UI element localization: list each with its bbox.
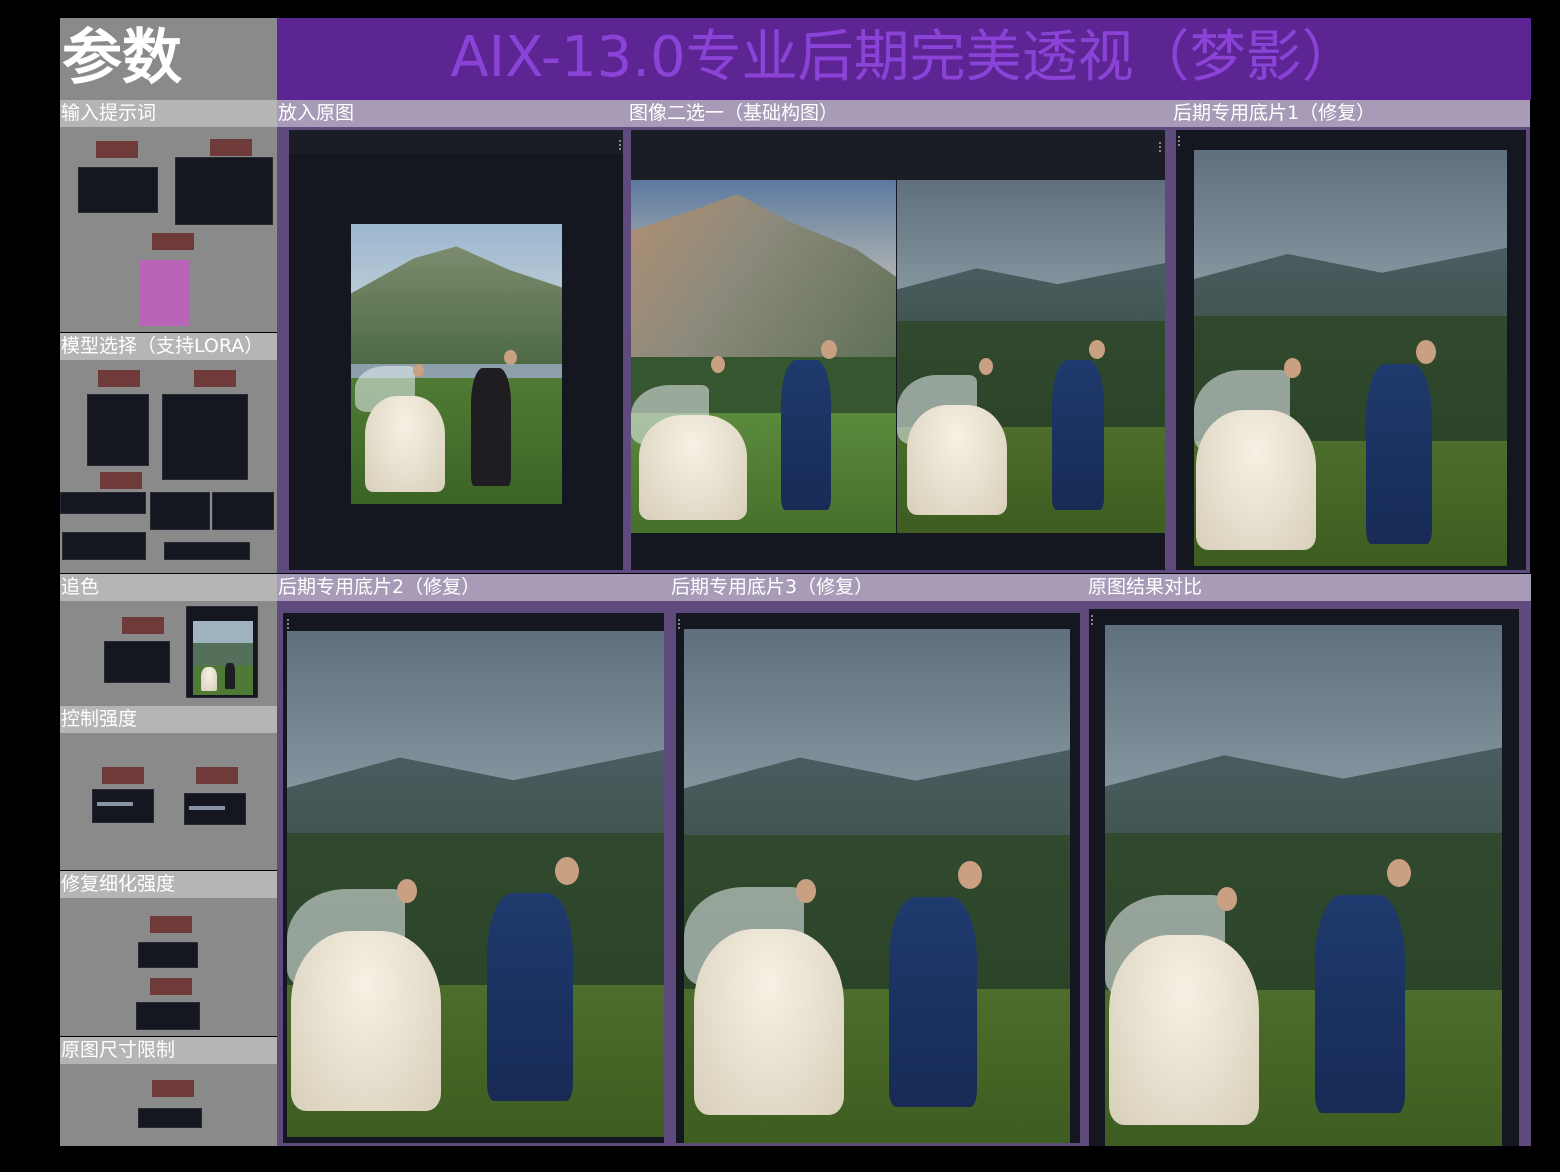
node-menu-icon[interactable] [1178, 136, 1180, 146]
node-title-bar[interactable] [150, 916, 192, 933]
node-title-bar[interactable] [194, 370, 236, 387]
node-title-bar[interactable] [150, 978, 192, 995]
lora-node[interactable] [150, 492, 210, 530]
node-title-bar[interactable] [98, 370, 140, 387]
refine-node[interactable] [136, 1002, 200, 1030]
prompt-node[interactable] [78, 167, 158, 213]
lora-node[interactable] [60, 492, 146, 514]
model-node[interactable] [162, 394, 248, 480]
node-title-bar[interactable] [96, 141, 138, 158]
node-title-bar[interactable] [152, 233, 194, 250]
node-menu-icon[interactable] [1159, 142, 1161, 152]
param-label-refine-strength: 修复细化强度 [60, 871, 277, 898]
node-title-bar[interactable] [210, 139, 252, 156]
param-group-model-select [60, 360, 277, 573]
node-menu-icon[interactable] [287, 619, 289, 629]
node-menu-icon[interactable] [619, 140, 621, 150]
param-group-control-strength [60, 733, 277, 870]
lora-node[interactable] [212, 492, 274, 530]
compare-result-node[interactable] [1089, 609, 1519, 1146]
section-choose-one [628, 127, 1172, 573]
param-group-color-match [60, 601, 277, 706]
base2-photo [287, 631, 664, 1137]
slider-fill[interactable] [97, 802, 133, 806]
param-group-size-limit [60, 1064, 277, 1146]
base2-image-node[interactable] [283, 613, 664, 1143]
section-base1 [1172, 127, 1530, 573]
section-label-original: 放入原图 [277, 100, 628, 127]
prompt-text-node[interactable] [140, 260, 190, 326]
strength-slider-node[interactable] [92, 789, 154, 823]
section-label-compare: 原图结果对比 [1087, 574, 1531, 601]
params-title: 参数 [60, 18, 277, 100]
strength-slider-node[interactable] [184, 793, 246, 825]
node-title-bar[interactable] [102, 767, 144, 784]
compare-image-node[interactable] [631, 130, 1165, 570]
base1-photo [1194, 150, 1507, 566]
section-label-base2: 后期专用底片2（修复） [277, 574, 670, 601]
base3-photo [684, 629, 1070, 1143]
param-label-size-limit: 原图尺寸限制 [60, 1037, 277, 1064]
param-label-control-strength: 控制强度 [60, 706, 277, 733]
lora-node[interactable] [62, 532, 146, 560]
node-header[interactable] [631, 130, 1165, 180]
param-group-input-prompt [60, 127, 277, 332]
section-base3 [670, 601, 1087, 1146]
main-title: AIX-13.0专业后期完美透视（梦影） [277, 18, 1531, 100]
prompt-node[interactable] [175, 157, 273, 225]
node-title-bar[interactable] [152, 1080, 194, 1097]
base1-image-node[interactable] [1176, 130, 1526, 570]
section-compare [1087, 601, 1531, 1146]
param-label-model-select: 模型选择（支持LORA） [60, 333, 277, 360]
node-title-bar[interactable] [100, 472, 142, 489]
section-label-base1: 后期专用底片1（修复） [1172, 100, 1530, 127]
node-menu-icon[interactable] [678, 619, 680, 629]
param-label-color-match: 追色 [60, 574, 277, 601]
model-node[interactable] [87, 394, 149, 466]
slider-fill[interactable] [189, 806, 225, 810]
color-node[interactable] [104, 641, 170, 683]
candidate-photo-1[interactable] [631, 180, 896, 533]
section-base2 [277, 601, 670, 1146]
section-label-choose-one: 图像二选一（基础构图） [628, 100, 1172, 127]
compare-result-photo[interactable] [1105, 625, 1502, 1146]
node-title-bar[interactable] [196, 767, 238, 784]
load-image-node[interactable] [289, 130, 623, 570]
node-title-bar[interactable] [122, 617, 164, 634]
node-menu-icon[interactable] [1091, 615, 1093, 625]
node-header[interactable] [289, 130, 623, 154]
reference-image-node[interactable] [186, 606, 258, 698]
param-group-refine-strength [60, 898, 277, 1036]
original-photo [351, 224, 562, 504]
section-label-base3: 后期专用底片3（修复） [670, 574, 1087, 601]
refine-node[interactable] [138, 942, 198, 968]
candidate-photo-2[interactable] [897, 180, 1165, 533]
base3-image-node[interactable] [676, 613, 1080, 1143]
size-limit-node[interactable] [138, 1108, 202, 1128]
lora-node[interactable] [164, 542, 250, 560]
param-label-input-prompt: 输入提示词 [60, 100, 277, 127]
section-original [277, 127, 628, 573]
